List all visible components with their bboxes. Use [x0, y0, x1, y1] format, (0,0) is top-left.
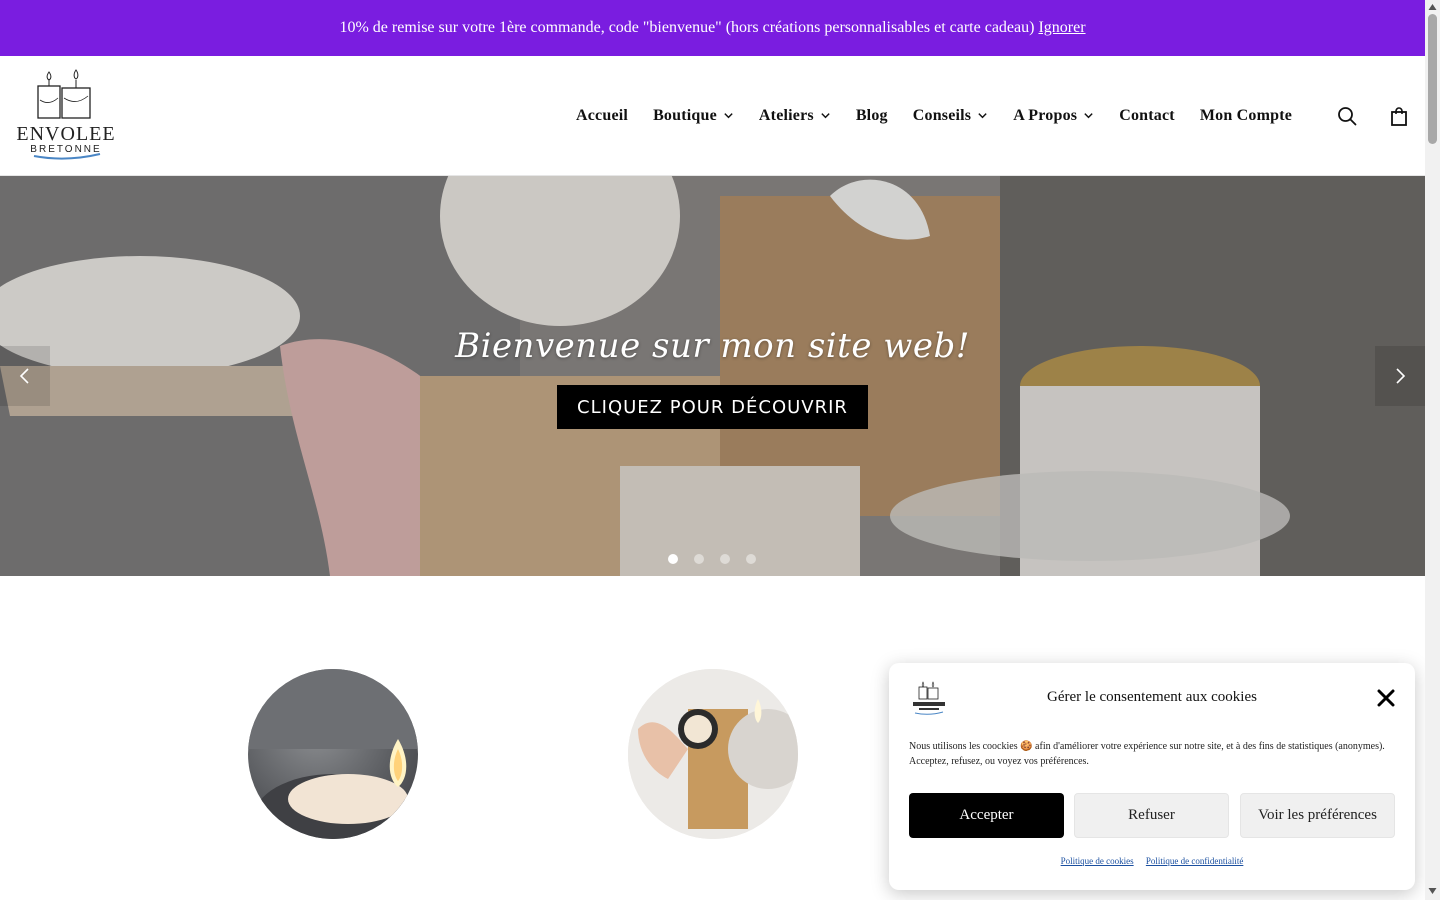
hero-background-image: [0, 176, 1425, 576]
chevron-down-icon: [978, 113, 987, 119]
logo-candles-icon: ENVOLEE BRETONNE: [16, 69, 115, 160]
nav-label: Mon Compte: [1199, 106, 1293, 124]
promo-text: 10% de remise sur votre 1ère commande, c…: [339, 19, 1035, 36]
nav-item-mon-compte[interactable]: Mon Compte: [1200, 107, 1292, 125]
nav-label: Contact: [1119, 106, 1175, 124]
slider-dot-1[interactable]: [668, 554, 678, 564]
chevron-down-icon: [1084, 113, 1093, 119]
slider-dot-2[interactable]: [694, 554, 704, 564]
nav-item-ateliers[interactable]: Ateliers: [759, 107, 831, 125]
hero-title: Bienvenue sur mon site web!: [455, 326, 970, 366]
nav-item-accueil[interactable]: Accueil: [576, 107, 628, 125]
page-scrollbar[interactable]: [1425, 0, 1440, 900]
cookie-dialog-text: Nous utilisons les coockies 🍪 afin d'amé…: [909, 741, 1385, 767]
scrollbar-thumb[interactable]: [1428, 14, 1437, 144]
scroll-up-arrow-icon[interactable]: [1428, 3, 1437, 11]
shopping-bag-icon[interactable]: [1389, 106, 1409, 126]
nav-label: Conseils: [912, 106, 972, 124]
slider-next-button[interactable]: [1375, 346, 1425, 406]
candle-flame-image[interactable]: [248, 669, 418, 839]
candle-hands-art: [628, 669, 798, 839]
cookie-dialog-title: Gérer le consentement aux cookies: [1047, 689, 1257, 705]
candle-hands-image[interactable]: [628, 669, 798, 839]
nav-item-boutique[interactable]: Boutique: [653, 107, 734, 125]
chevron-left-icon: [19, 368, 29, 384]
scroll-down-arrow-icon[interactable]: [1428, 887, 1437, 895]
candle-flame-art: [248, 669, 418, 839]
nav-item-blog[interactable]: Blog: [856, 107, 888, 125]
promo-bar: 10% de remise sur votre 1ère commande, c…: [0, 0, 1425, 56]
chevron-down-icon: [821, 113, 830, 119]
nav-label: Accueil: [576, 106, 629, 124]
nav-item-conseils[interactable]: Conseils: [913, 107, 989, 125]
hero-slider: Bienvenue sur mon site web! CLIQUEZ POUR…: [0, 176, 1425, 576]
close-icon[interactable]: [1377, 689, 1395, 707]
nav-label: Boutique: [653, 106, 717, 124]
search-icon[interactable]: [1337, 106, 1357, 126]
slider-dot-3[interactable]: [720, 554, 730, 564]
nav-item-a-propos[interactable]: A Propos: [1013, 107, 1094, 125]
accept-cookies-button[interactable]: Accepter: [909, 793, 1064, 838]
chevron-down-icon: [724, 113, 733, 119]
page: 10% de remise sur votre 1ère commande, c…: [0, 0, 1425, 900]
hero-cta-button[interactable]: CLIQUEZ POUR DÉCOUVRIR: [557, 385, 868, 429]
cookie-consent-dialog: Gérer le consentement aux cookies Nous u…: [889, 663, 1415, 890]
cookie-policy-links: Politique de cookies Politique de confid…: [889, 856, 1415, 866]
view-preferences-button[interactable]: Voir les préférences: [1240, 793, 1395, 838]
nav-item-contact[interactable]: Contact: [1119, 107, 1175, 125]
svg-text:BRETONNE: BRETONNE: [30, 144, 101, 155]
cookie-policy-link[interactable]: Politique de cookies: [1061, 856, 1134, 866]
slider-dot-4[interactable]: [746, 554, 756, 564]
site-header: ENVOLEE BRETONNE Accueil Boutique Atelie…: [0, 56, 1425, 176]
privacy-policy-link[interactable]: Politique de confidentialité: [1146, 856, 1243, 866]
slider-pagination: [668, 554, 772, 564]
refuse-cookies-button[interactable]: Refuser: [1074, 793, 1229, 838]
chevron-right-icon: [1396, 368, 1406, 384]
nav-label: Ateliers: [758, 106, 814, 124]
nav-label: Blog: [855, 106, 888, 124]
site-logo[interactable]: ENVOLEE BRETONNE: [16, 68, 116, 164]
svg-text:ENVOLEE: ENVOLEE: [16, 123, 115, 145]
nav-label: A Propos: [1013, 106, 1078, 124]
slider-prev-button[interactable]: [0, 346, 50, 406]
promo-dismiss-link[interactable]: Ignorer: [1038, 19, 1085, 37]
main-nav: Accueil Boutique Ateliers Blog Conseils …: [576, 56, 1317, 175]
